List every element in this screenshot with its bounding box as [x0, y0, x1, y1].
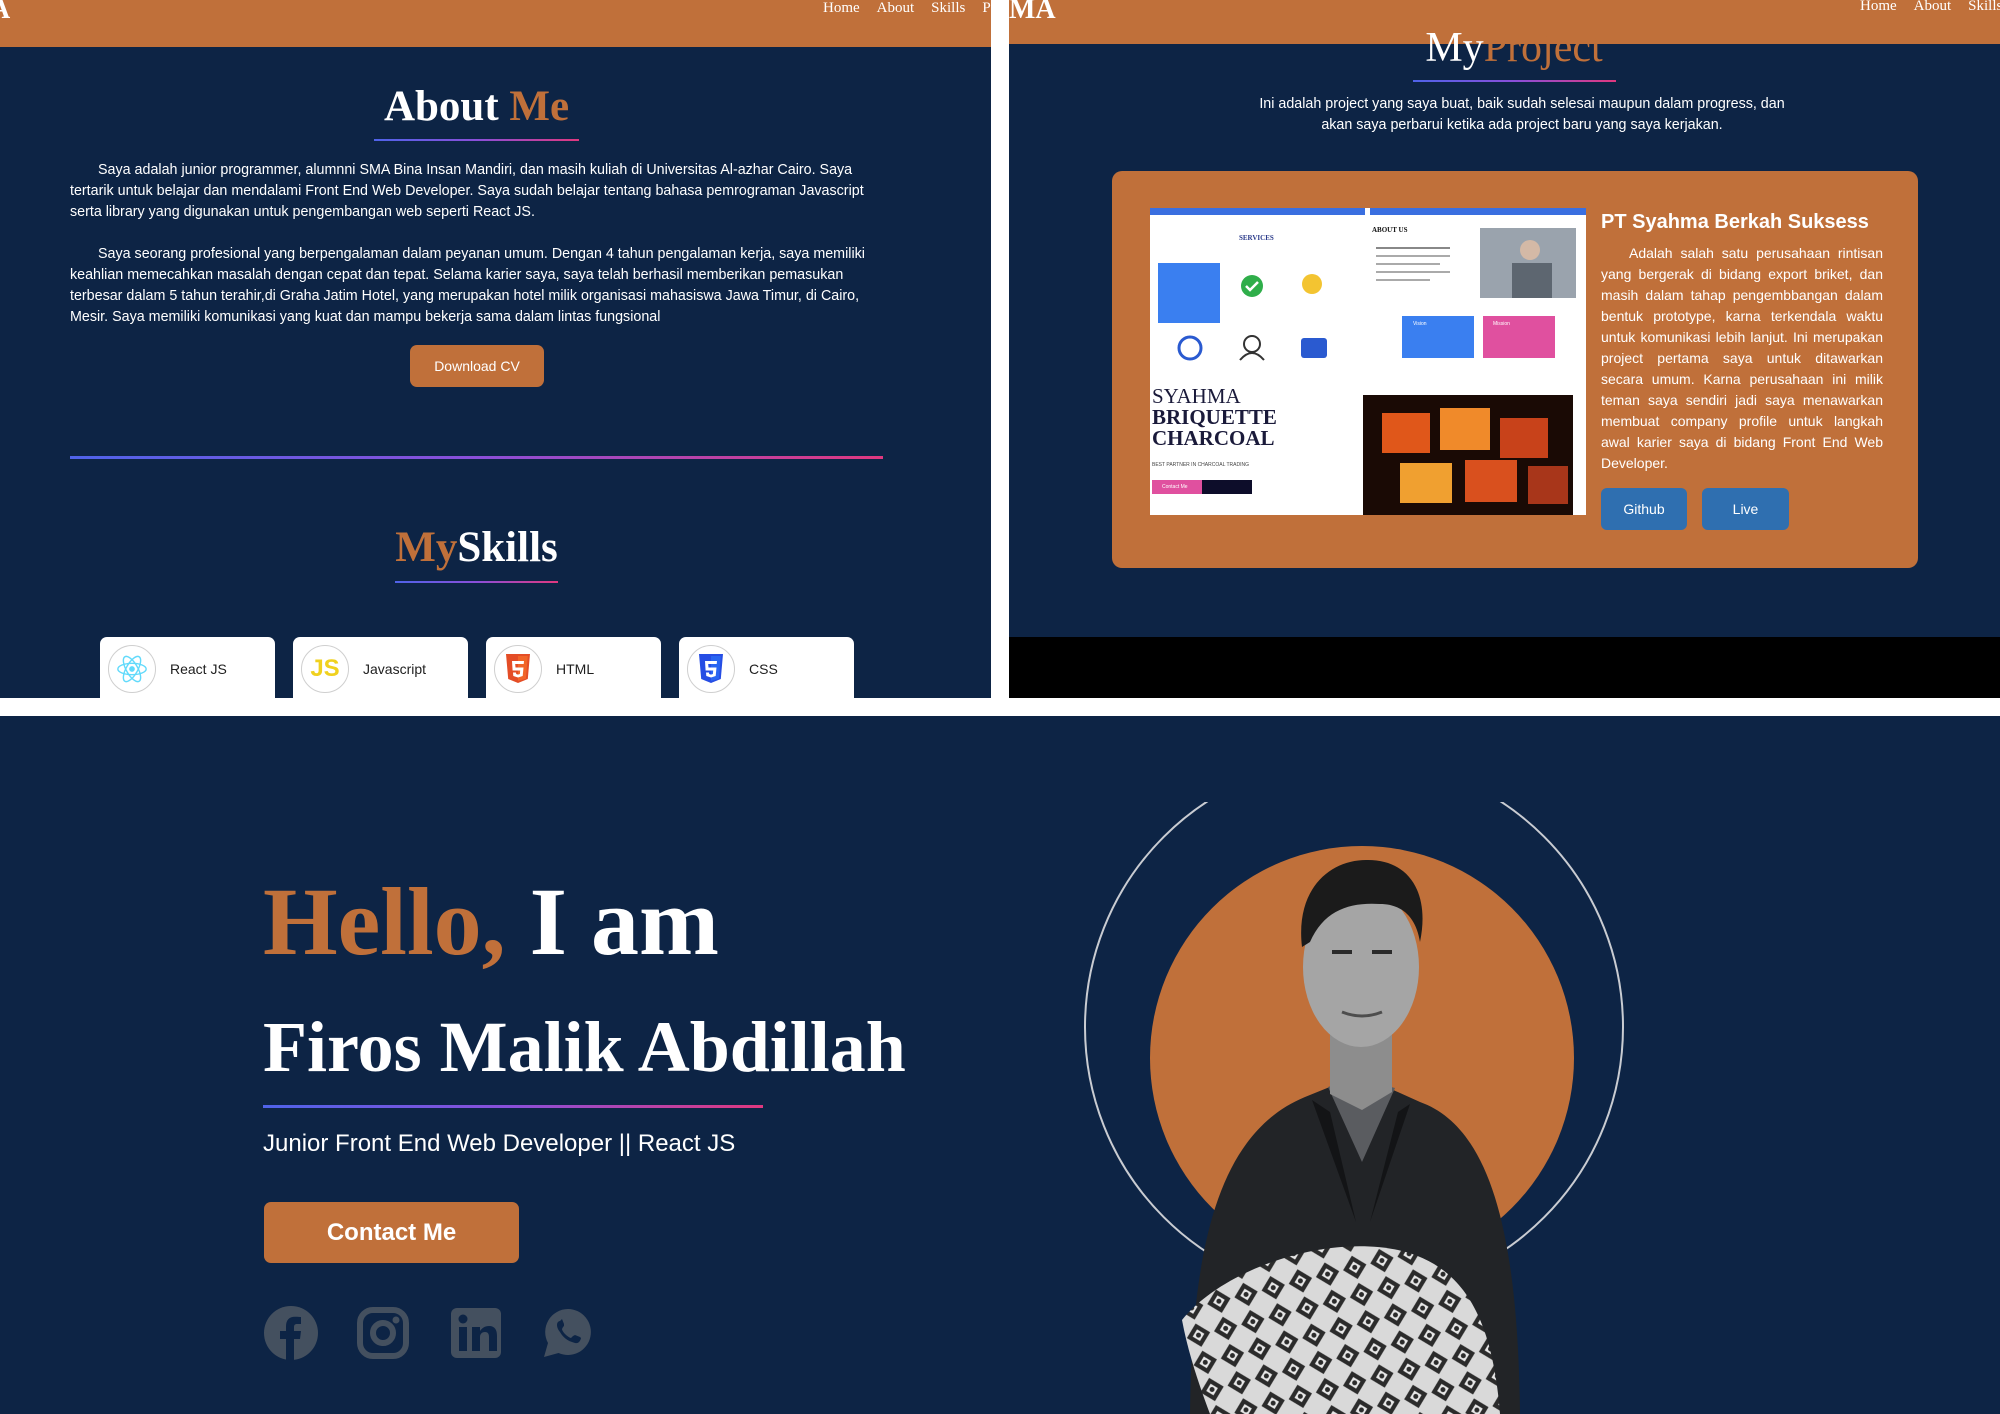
hero-underline	[263, 1105, 763, 1108]
screenshot-services-heading: SERVICES	[1239, 234, 1274, 242]
hero-role: Junior Front End Web Developer || React …	[263, 1130, 736, 1157]
about-paragraph-1: Saya adalah junior programmer, alumnni S…	[70, 162, 864, 220]
screenshot-mission: Mission	[1493, 321, 1510, 327]
contact-me-button[interactable]: Contact Me	[264, 1202, 519, 1263]
github-button[interactable]: Github	[1601, 488, 1687, 530]
whatsapp-icon[interactable]	[541, 1306, 595, 1360]
nav-skills[interactable]: Skills	[1968, 0, 2000, 15]
javascript-icon: JS	[301, 645, 349, 693]
hero-name: Firos Malik Abdillah	[263, 1007, 906, 1087]
project-title-accent: Project	[1483, 25, 1603, 71]
navbar: A Home About Skills Proj	[0, 0, 991, 47]
project-card: SERVICES ABOUT US Vision Mission SYAHMA …	[1112, 171, 1918, 568]
project-name: PT Syahma Berkah Suksess	[1601, 211, 1869, 233]
download-cv-button[interactable]: Download CV	[410, 345, 544, 387]
skill-name: React JS	[170, 661, 227, 677]
about-title: About Me	[0, 82, 953, 131]
project-panel: MA Home About Skills MyProject Ini adala…	[1009, 0, 2000, 698]
logo[interactable]: A	[0, 0, 10, 26]
skill-card-css[interactable]: CSS	[679, 637, 854, 698]
skill-name: HTML	[556, 661, 595, 677]
nav-home[interactable]: Home	[1860, 0, 1897, 15]
project-title: MyProject	[1009, 24, 2000, 72]
facebook-icon[interactable]	[264, 1306, 318, 1360]
project-description: Ini adalah project yang saya buat, baik …	[1259, 96, 1785, 133]
about-title-accent: Me	[509, 83, 570, 130]
about-panel: A Home About Skills Proj About Me Saya a…	[0, 0, 991, 698]
nav-about[interactable]: About	[1914, 0, 1952, 15]
project-title-white: My	[1425, 25, 1484, 71]
screenshot-about-heading: ABOUT US	[1372, 226, 1408, 234]
profile-portrait	[1084, 802, 1624, 1414]
nav-projects[interactable]: Proj	[982, 0, 991, 17]
screenshot-contact-button: Contact Me	[1162, 484, 1188, 490]
screenshot-brand-line2: BRIQUETTE	[1152, 405, 1277, 429]
skill-card-react[interactable]: React JS	[100, 637, 275, 698]
about-paragraph-2: Saya seorang profesional yang berpengala…	[70, 246, 865, 325]
screenshot-tagline: BEST PARTNER IN CHARCOAL TRADING	[1152, 462, 1249, 468]
skill-name: CSS	[749, 661, 778, 677]
skills-title-underline	[395, 581, 558, 583]
skills-title-accent: My	[395, 524, 458, 571]
skills-title: MySkills	[0, 523, 953, 572]
css3-icon	[687, 645, 735, 693]
section-divider	[70, 456, 883, 459]
project-screenshot: SERVICES ABOUT US Vision Mission SYAHMA …	[1150, 208, 1586, 515]
project-text: Adalah salah satu perusahaan rintisan ya…	[1601, 245, 1883, 471]
skill-card-html[interactable]: HTML	[486, 637, 661, 698]
react-icon	[108, 645, 156, 693]
hero-panel: Hello, I am Firos Malik Abdillah Junior …	[0, 716, 2000, 1414]
screenshot-brand: SYAHMA BRIQUETTE CHARCOAL	[1152, 386, 1277, 449]
html5-icon	[494, 645, 542, 693]
live-button[interactable]: Live	[1702, 488, 1789, 530]
about-title-white: About	[383, 83, 510, 130]
nav-about[interactable]: About	[877, 0, 915, 17]
project-title-underline	[1413, 80, 1616, 82]
screenshot-vision: Vision	[1413, 321, 1427, 327]
linkedin-icon[interactable]	[449, 1306, 503, 1360]
screenshot-brand-line1: SYAHMA	[1152, 384, 1241, 408]
instagram-icon[interactable]	[356, 1306, 410, 1360]
project-panel-bottom-bar	[1009, 637, 2000, 698]
skill-card-javascript[interactable]: JS Javascript	[293, 637, 468, 698]
hero-greeting-white: I am	[505, 868, 719, 975]
nav-home[interactable]: Home	[823, 0, 860, 17]
hero-greeting-accent: Hello,	[263, 868, 506, 975]
skill-name: Javascript	[363, 661, 427, 677]
nav-skills[interactable]: Skills	[931, 0, 965, 17]
nav-links: Home About Skills	[1860, 0, 2000, 15]
skills-title-white: Skills	[457, 524, 558, 571]
nav-links: Home About Skills Proj	[823, 0, 991, 17]
logo[interactable]: MA	[1009, 0, 1056, 26]
screenshot-brand-line3: CHARCOAL	[1152, 426, 1275, 450]
about-title-underline	[374, 139, 579, 141]
hero-greeting: Hello, I am	[263, 866, 719, 977]
